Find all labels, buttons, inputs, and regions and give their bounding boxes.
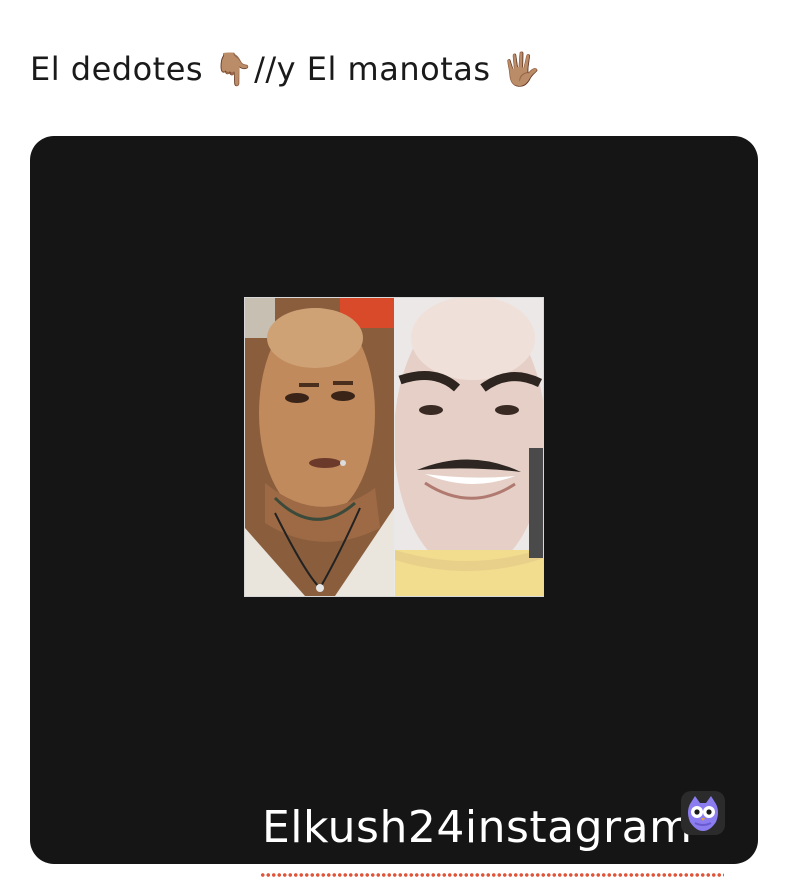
bald-man-face-image [245,298,394,596]
post-caption: El dedotes 👇🏽//y El manotas 🖐🏽 [30,50,542,88]
owl-icon [680,790,726,836]
meme-thumbnail [244,297,544,597]
accent-dotted-line [260,872,724,878]
watermark-text: Elkush24instagram [262,802,693,853]
meme-card [30,136,758,864]
older-man-mustache-face-image [393,298,543,596]
